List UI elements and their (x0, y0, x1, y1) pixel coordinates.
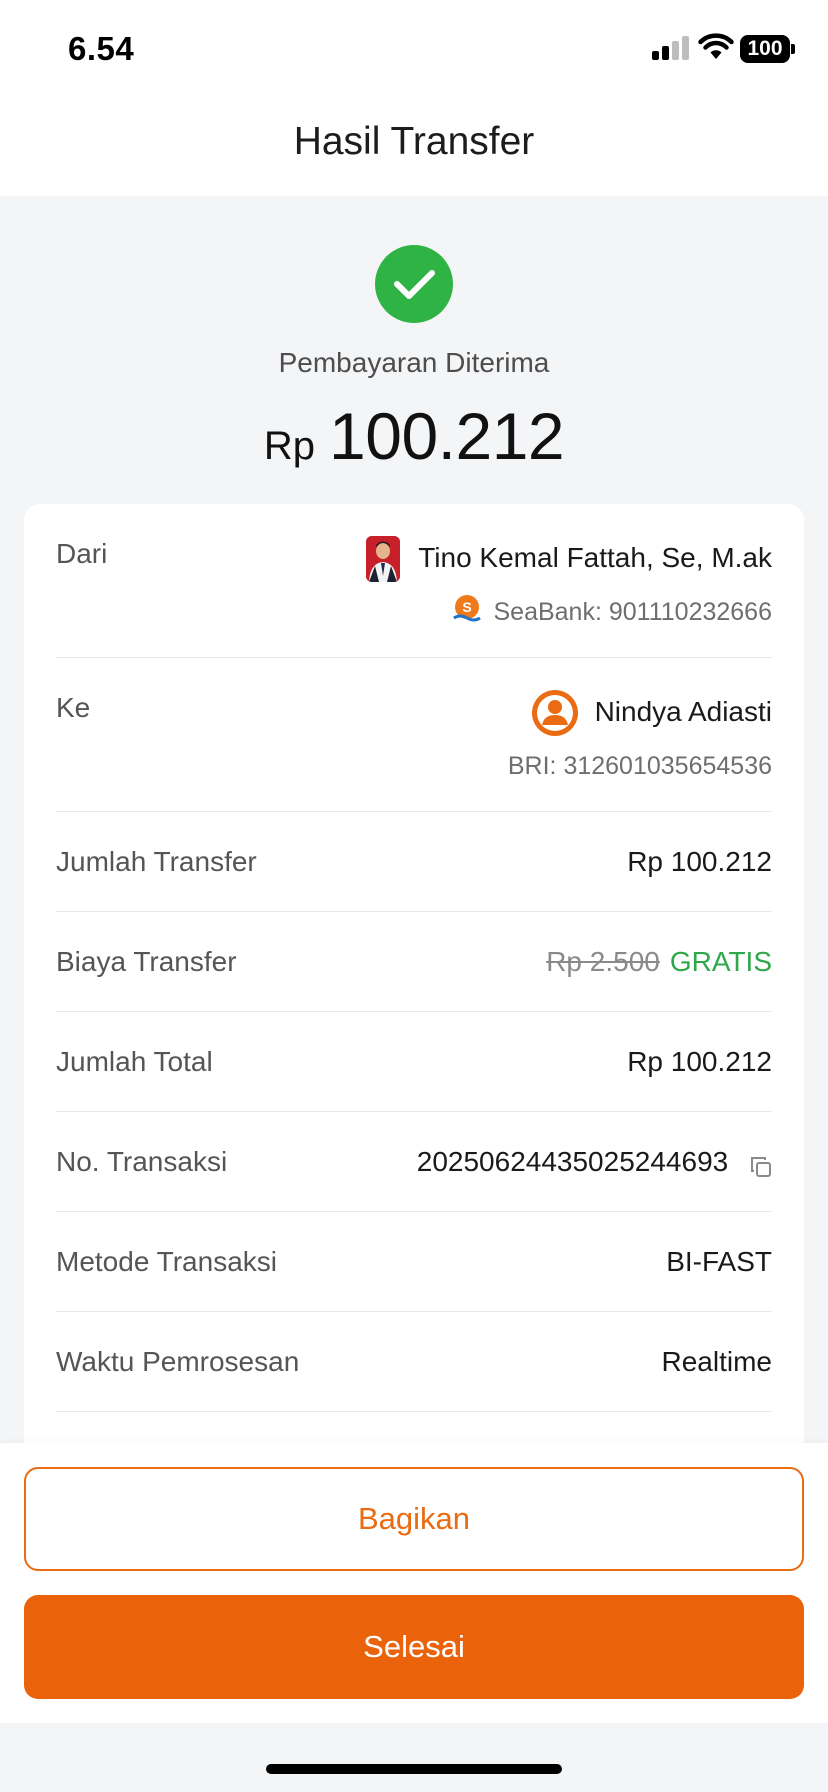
recipient-name: Nindya Adiasti (594, 696, 772, 727)
cellular-signal-icon (652, 36, 690, 60)
copy-icon[interactable] (750, 1153, 772, 1177)
sender-account: SeaBank: 901110232666 (493, 598, 773, 626)
status-time: 6.54 (68, 30, 135, 67)
transfer-amount-display: Rp 100.212 (0, 398, 828, 474)
payment-status-text: Pembayaran Diterima (278, 347, 550, 378)
detail-row-processing-time: Waktu Pemrosesan Realtime (56, 1312, 772, 1412)
fee-original-price: Rp 2.500 (546, 946, 660, 977)
battery-level: 100 (747, 37, 783, 60)
seabank-logo-icon: S (452, 594, 482, 624)
amount-value: 100.212 (329, 399, 565, 473)
done-button[interactable]: Selesai (24, 1595, 804, 1699)
battery-icon: 100 (740, 35, 795, 63)
recipient-avatar-icon (532, 690, 578, 736)
sender-avatar (366, 536, 400, 582)
detail-row-transaction-no: No. Transaksi 20250624435025244693 (56, 1112, 772, 1212)
share-button[interactable]: Bagikan (24, 1467, 804, 1571)
transfer-amount-label: Jumlah Transfer (56, 846, 257, 877)
wifi-icon (698, 33, 734, 59)
fee-free-badge: GRATIS (669, 946, 772, 977)
bottom-action-bar: Bagikan Selesai (0, 1443, 828, 1723)
detail-row-from: Dari Tino Kemal Fattah, Se, M.ak S SeaBa… (56, 504, 772, 658)
sender-name: Tino Kemal Fattah, Se, M.ak (418, 542, 772, 573)
fee-label: Biaya Transfer (56, 946, 237, 977)
amount-currency: Rp (263, 424, 316, 468)
to-label: Ke (56, 692, 91, 723)
total-label: Jumlah Total (56, 1046, 213, 1077)
recipient-account: BRI: 312601035654536 (507, 752, 772, 780)
transfer-details-card: Dari Tino Kemal Fattah, Se, M.ak S SeaBa… (24, 504, 804, 1504)
svg-text:S: S (462, 599, 471, 615)
detail-row-to: Ke Nindya Adiasti BRI: 312601035654536 (56, 658, 772, 812)
processing-time-label: Waktu Pemrosesan (56, 1346, 300, 1377)
transaction-no-value: 20250624435025244693 (416, 1146, 729, 1177)
processing-time-value: Realtime (661, 1346, 772, 1377)
transfer-amount-value: Rp 100.212 (627, 846, 772, 877)
transaction-no-value-group: 20250624435025244693 (417, 1146, 772, 1178)
detail-row-transfer-amount: Jumlah Transfer Rp 100.212 (56, 812, 772, 912)
page-header: Hasil Transfer (0, 100, 828, 196)
detail-row-total: Jumlah Total Rp 100.212 (56, 1012, 772, 1112)
home-indicator[interactable] (266, 1764, 562, 1774)
from-label: Dari (56, 538, 108, 569)
detail-row-method: Metode Transaksi BI-FAST (56, 1212, 772, 1312)
fee-value: Rp 2.500 GRATIS (546, 946, 772, 978)
page-title: Hasil Transfer (293, 120, 535, 163)
method-value: BI-FAST (666, 1246, 772, 1277)
transaction-no-label: No. Transaksi (56, 1146, 228, 1177)
detail-row-fee: Biaya Transfer Rp 2.500 GRATIS (56, 912, 772, 1012)
total-value: Rp 100.212 (627, 1046, 772, 1077)
method-label: Metode Transaksi (56, 1246, 277, 1277)
status-bar: 6.54 100 (0, 0, 828, 100)
success-check-icon (375, 245, 453, 323)
transfer-result-screen: 6.54 100 Hasil Transfer Pembayaran Diter… (0, 0, 828, 1792)
